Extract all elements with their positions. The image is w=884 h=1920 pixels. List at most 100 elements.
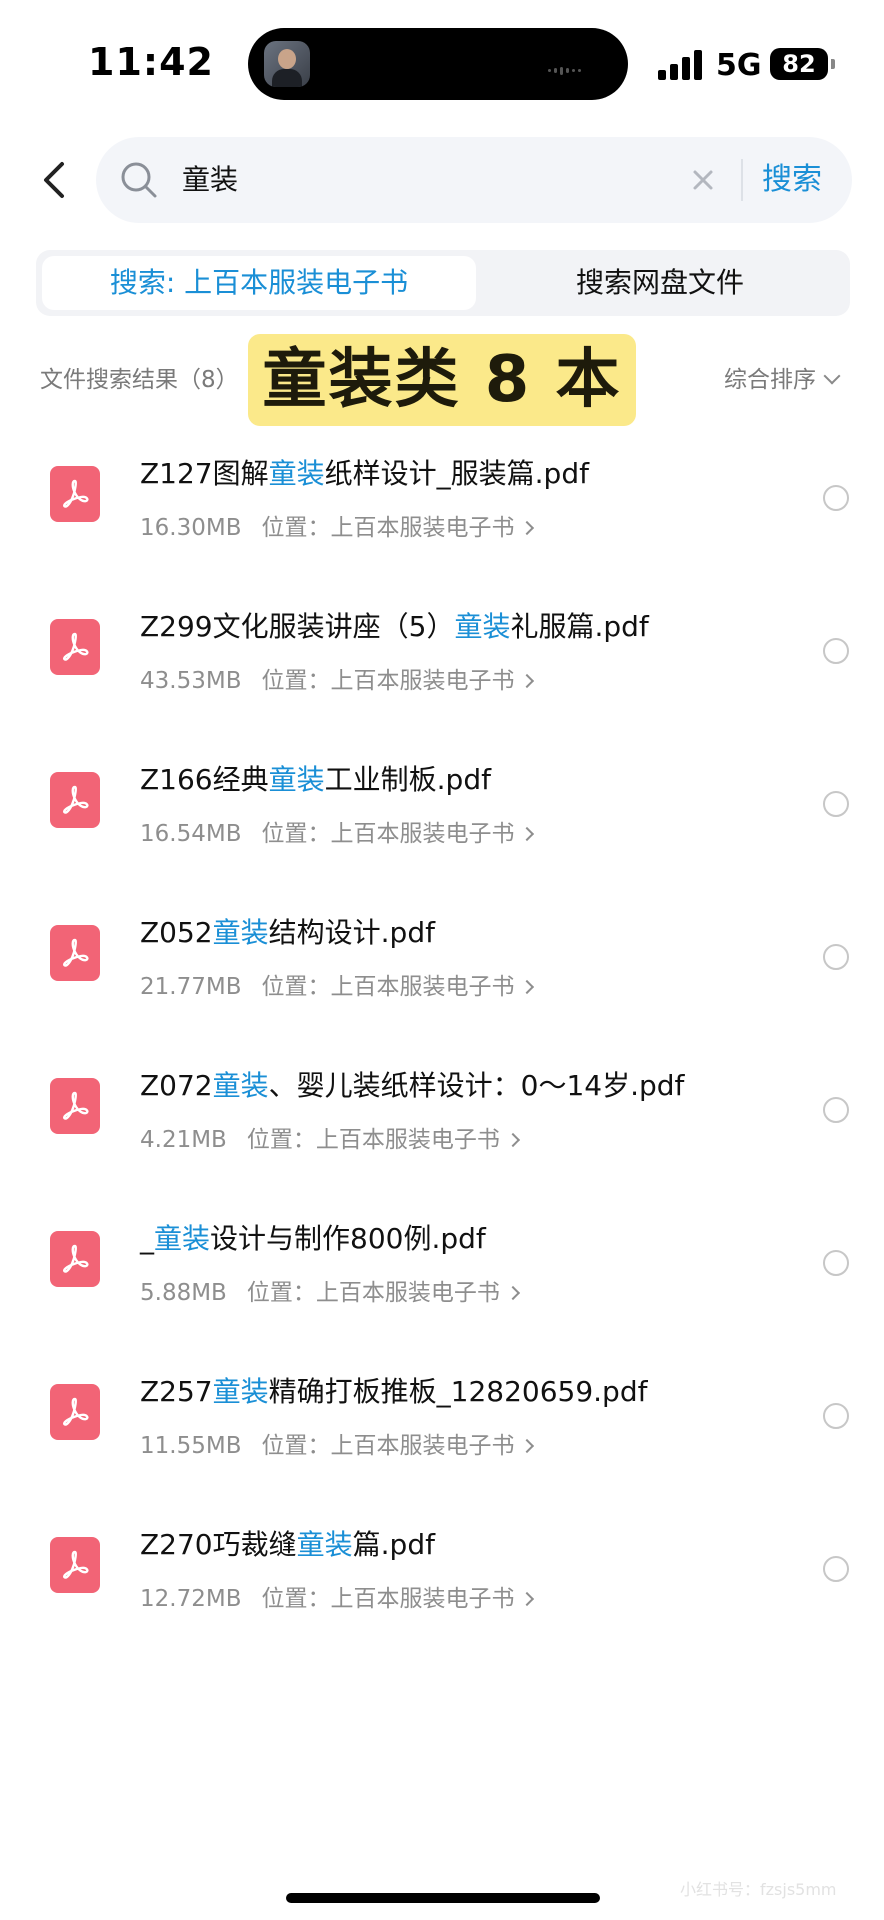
file-meta: 43.53MB 位置：上百本服装电子书	[140, 663, 535, 699]
chevron-down-icon	[823, 367, 841, 385]
pdf-file-icon	[50, 1078, 100, 1134]
location-label: 位置：	[261, 1433, 331, 1459]
pdf-file-icon	[50, 1384, 100, 1440]
file-size: 16.30MB	[140, 515, 242, 541]
chevron-right-icon	[520, 1591, 535, 1607]
overlay-banner: 童装类 8 本	[248, 334, 636, 426]
file-size: 11.55MB	[140, 1433, 242, 1459]
select-radio[interactable]	[823, 1097, 849, 1123]
file-name-prefix: Z299文化服装讲座（5）	[140, 610, 455, 643]
file-name-suffix: 礼服篇.pdf	[510, 610, 649, 643]
file-location-link[interactable]: 上百本服装电子书	[316, 1280, 500, 1306]
file-location-link[interactable]: 上百本服装电子书	[330, 821, 514, 847]
file-name-prefix: Z270巧裁缝	[140, 1528, 297, 1561]
search-button[interactable]: 搜索	[762, 157, 822, 203]
file-row[interactable]: Z072童装、婴儿装纸样设计：0～14岁.pdf 4.21MB 位置：上百本服装电子…	[0, 1052, 884, 1205]
file-name-match: 童装	[296, 1528, 353, 1561]
chevron-left-icon	[44, 162, 64, 198]
search-bar: 童装 搜索	[96, 137, 852, 223]
clear-icon[interactable]	[686, 163, 720, 197]
file-location-link[interactable]: 上百本服装电子书	[330, 668, 514, 694]
file-name-match: 童装	[212, 1069, 269, 1102]
file-location-link[interactable]: 上百本服装电子书	[330, 515, 514, 541]
location-label: 位置：	[246, 1127, 316, 1153]
home-indicator[interactable]	[286, 1893, 600, 1903]
pdf-file-icon	[50, 1537, 100, 1593]
file-name-match: 童装	[268, 457, 325, 490]
file-row[interactable]: Z127图解童装纸样设计_服装篇.pdf 16.30MB 位置：上百本服装电子书	[0, 440, 884, 593]
file-location-link[interactable]: 上百本服装电子书	[316, 1127, 500, 1153]
file-size: 4.21MB	[140, 1127, 227, 1153]
select-radio[interactable]	[823, 485, 849, 511]
watermark: 小红书号：fzsjs5mm	[680, 1880, 837, 1899]
status-bar: 11:42 5G 82	[0, 0, 884, 125]
search-input[interactable]: 童装	[182, 161, 662, 199]
pdf-file-icon	[50, 1231, 100, 1287]
file-row[interactable]: Z166经典童装工业制板.pdf 16.54MB 位置：上百本服装电子书	[0, 746, 884, 899]
location-label: 位置：	[246, 1280, 316, 1306]
network-label: 5G	[716, 48, 762, 83]
file-name: Z257童装精确打板推板_12820659.pdf	[140, 1370, 647, 1414]
file-name-match: 童装	[154, 1222, 211, 1255]
select-radio[interactable]	[823, 1403, 849, 1429]
search-icon	[121, 162, 157, 198]
select-radio[interactable]	[823, 791, 849, 817]
file-name: Z299文化服装讲座（5）童装礼服篇.pdf	[140, 605, 649, 649]
file-name-prefix: Z052	[140, 916, 213, 949]
file-name: Z052童装结构设计.pdf	[140, 911, 435, 955]
file-list: Z127图解童装纸样设计_服装篇.pdf 16.30MB 位置：上百本服装电子书 Z2…	[0, 440, 884, 1664]
file-name-match: 童装	[212, 1375, 269, 1408]
file-name: Z127图解童装纸样设计_服装篇.pdf	[140, 452, 589, 496]
island-avatar	[264, 41, 310, 87]
file-size: 16.54MB	[140, 821, 242, 847]
file-meta: 4.21MB 位置：上百本服装电子书	[140, 1122, 520, 1158]
file-name-match: 童装	[268, 763, 325, 796]
back-button[interactable]	[36, 158, 76, 202]
status-time: 11:42	[88, 40, 214, 84]
file-row[interactable]: Z052童装结构设计.pdf 21.77MB 位置：上百本服装电子书	[0, 899, 884, 1052]
chevron-right-icon	[520, 826, 535, 842]
file-row[interactable]: Z257童装精确打板推板_12820659.pdf 11.55MB 位置：上百本服装…	[0, 1358, 884, 1511]
file-size: 5.88MB	[140, 1280, 227, 1306]
pdf-file-icon	[50, 619, 100, 675]
file-row[interactable]: Z270巧裁缝童装篇.pdf 12.72MB 位置：上百本服装电子书	[0, 1511, 884, 1664]
file-row[interactable]: Z299文化服装讲座（5）童装礼服篇.pdf 43.53MB 位置：上百本服装电子书	[0, 593, 884, 746]
tab-ebooks[interactable]: 搜索: 上百本服装电子书	[42, 256, 476, 310]
pdf-file-icon	[50, 772, 100, 828]
signal-icon	[658, 48, 704, 80]
file-location-link[interactable]: 上百本服装电子书	[330, 1586, 514, 1612]
select-radio[interactable]	[823, 1556, 849, 1582]
audio-wave-icon	[548, 60, 598, 75]
file-row[interactable]: _童装设计与制作800例.pdf 5.88MB 位置：上百本服装电子书	[0, 1205, 884, 1358]
chevron-right-icon	[505, 1132, 520, 1148]
sort-label: 综合排序	[724, 367, 816, 393]
file-name-suffix: 精确打板推板_12820659.pdf	[268, 1375, 648, 1408]
results-count-label: 文件搜索结果（8）	[40, 367, 239, 393]
chevron-right-icon	[520, 979, 535, 995]
file-name: Z072童装、婴儿装纸样设计：0～14岁.pdf	[140, 1064, 684, 1108]
file-size: 21.77MB	[140, 974, 242, 1000]
file-location-link[interactable]: 上百本服装电子书	[330, 1433, 514, 1459]
sort-dropdown[interactable]: 综合排序	[724, 360, 841, 394]
file-location-link[interactable]: 上百本服装电子书	[330, 974, 514, 1000]
chevron-right-icon	[520, 673, 535, 689]
file-name: Z270巧裁缝童装篇.pdf	[140, 1523, 435, 1567]
search-scope-tabs: 搜索: 上百本服装电子书 搜索网盘文件	[36, 250, 850, 316]
tab-cloud-files[interactable]: 搜索网盘文件	[476, 256, 844, 310]
file-name-suffix: 结构设计.pdf	[268, 916, 435, 949]
select-radio[interactable]	[823, 638, 849, 664]
file-meta: 21.77MB 位置：上百本服装电子书	[140, 969, 535, 1005]
battery-icon: 82	[770, 48, 835, 80]
file-name-prefix: Z166经典	[140, 763, 269, 796]
file-meta: 16.30MB 位置：上百本服装电子书	[140, 510, 535, 546]
select-radio[interactable]	[823, 1250, 849, 1276]
file-name: _童装设计与制作800例.pdf	[140, 1217, 486, 1261]
select-radio[interactable]	[823, 944, 849, 970]
dynamic-island[interactable]	[248, 28, 628, 100]
file-size: 12.72MB	[140, 1586, 242, 1612]
file-name-match: 童装	[212, 916, 269, 949]
chevron-right-icon	[520, 1438, 535, 1454]
file-name-suffix: 篇.pdf	[352, 1528, 435, 1561]
file-size: 43.53MB	[140, 668, 242, 694]
file-name-prefix: Z257	[140, 1375, 213, 1408]
